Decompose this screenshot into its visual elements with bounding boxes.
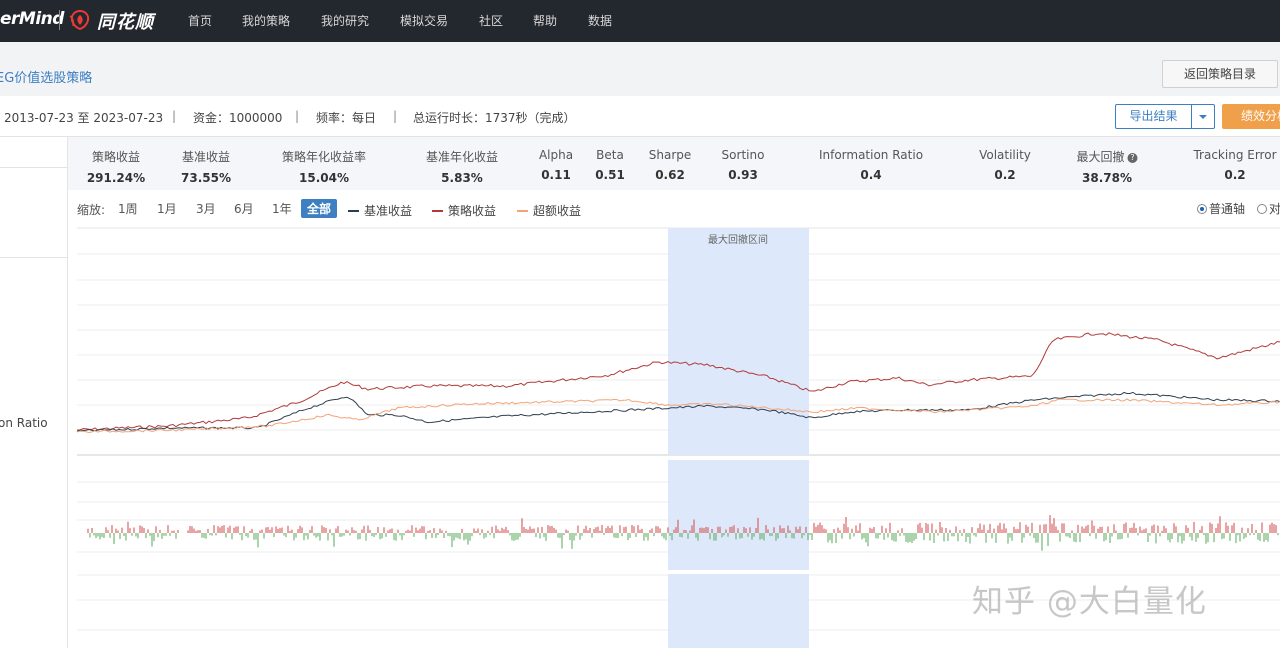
zoom-1-week-button[interactable]: 1周 bbox=[118, 200, 138, 217]
legend-excess[interactable]: 超额收益 bbox=[517, 202, 581, 219]
brand-name[interactable]: 同花顺 bbox=[97, 8, 154, 34]
metric-value: 5.83% bbox=[441, 171, 483, 185]
export-results-button[interactable]: 导出结果 bbox=[1115, 104, 1215, 129]
metric-benchmark-annual-return: 基准年化收益 5.83% bbox=[426, 148, 498, 185]
nav-item-help[interactable]: 帮助 bbox=[533, 12, 557, 29]
radio-selected-icon[interactable] bbox=[1197, 204, 1207, 214]
legend-strategy[interactable]: 策略收益 bbox=[432, 202, 496, 219]
metric-tracking-error: Tracking Error 0.2 bbox=[1193, 148, 1276, 182]
metric-benchmark-return: 基准收益 73.55% bbox=[181, 148, 231, 185]
metric-beta: Beta 0.51 bbox=[595, 148, 625, 182]
metric-sortino: Sortino 0.93 bbox=[722, 148, 765, 182]
metric-value: 0.51 bbox=[595, 168, 625, 182]
nav-item-home[interactable]: 首页 bbox=[188, 12, 212, 29]
logo-text[interactable]: erMind bbox=[0, 9, 64, 29]
zoom-1-month-button[interactable]: 1月 bbox=[157, 200, 177, 217]
max-drawdown-band bbox=[668, 460, 809, 570]
metric-label: 最大回撤? bbox=[1076, 148, 1138, 165]
zoom-label: 缩放: bbox=[77, 203, 106, 217]
legend-swatch bbox=[432, 210, 443, 212]
metric-label: 基准收益 bbox=[181, 150, 231, 164]
legend-label: 策略收益 bbox=[448, 204, 497, 218]
metric-label: Sharpe bbox=[648, 148, 692, 162]
metric-value: 15.04% bbox=[299, 171, 349, 185]
nav-item-my-research[interactable]: 我的研究 bbox=[321, 12, 369, 29]
backtest-period: 2013-07-23 至 2023-07-23 bbox=[4, 111, 164, 125]
info-divider: | bbox=[172, 109, 177, 123]
axis-normal-label: 普通轴 bbox=[1209, 202, 1246, 216]
zoom-3-month-button[interactable]: 3月 bbox=[196, 200, 216, 217]
logo-divider bbox=[59, 10, 60, 30]
metric-label: 策略年化收益率 bbox=[281, 150, 367, 164]
rail-divider bbox=[0, 167, 68, 168]
zoom-all-button[interactable]: 全部 bbox=[301, 199, 338, 218]
legend-swatch bbox=[517, 210, 528, 212]
help-question-icon[interactable]: ? bbox=[1127, 153, 1138, 163]
left-metric-rail: on Ratio bbox=[0, 137, 68, 648]
top-navigation-bar: erMind 同花顺 首页 我的策略 我的研究 模拟交易 社区 帮助 数据 bbox=[0, 0, 1280, 42]
axis-log-label: 对 bbox=[1269, 202, 1280, 216]
legend-benchmark[interactable]: 基准收益 bbox=[348, 202, 412, 219]
legend-swatch bbox=[348, 210, 359, 212]
watermark-text: 知乎 @大白量化 bbox=[972, 584, 1207, 620]
metrics-summary-row: 策略收益 291.24% 基准收益 73.55% 策略年化收益率 15.04% … bbox=[68, 137, 1280, 190]
metric-value: 0.93 bbox=[728, 168, 758, 182]
max-drawdown-band bbox=[668, 228, 809, 455]
drawdown-band-label: 最大回撤区间 bbox=[708, 233, 768, 246]
metric-value: 0.11 bbox=[541, 168, 571, 182]
nav-item-paper-trading[interactable]: 模拟交易 bbox=[400, 12, 448, 29]
nav-item-community[interactable]: 社区 bbox=[479, 12, 503, 29]
backtest-runtime: 总运行时长：1737秒（完成） bbox=[413, 111, 576, 125]
metric-label: Tracking Error bbox=[1193, 148, 1277, 162]
metric-label-text: 最大回撤 bbox=[1076, 150, 1125, 164]
metric-label: Sortino bbox=[721, 148, 765, 162]
info-divider: | bbox=[393, 109, 398, 123]
legend-label: 基准收益 bbox=[364, 204, 413, 218]
info-divider: | bbox=[295, 109, 300, 123]
metric-alpha: Alpha 0.11 bbox=[539, 148, 573, 182]
brand-flower-icon bbox=[69, 9, 90, 31]
export-results-label[interactable]: 导出结果 bbox=[1116, 105, 1192, 128]
nav-item-my-strategies[interactable]: 我的策略 bbox=[242, 12, 290, 29]
nav-item-data[interactable]: 数据 bbox=[588, 12, 612, 29]
metric-strategy-return: 策略收益 291.24% bbox=[87, 148, 145, 185]
metric-label: Volatility bbox=[979, 148, 1031, 162]
metric-label: 基准年化收益 bbox=[425, 150, 499, 164]
rail-metric-label[interactable]: on Ratio bbox=[0, 416, 48, 430]
metric-information-ratio: Information Ratio 0.4 bbox=[819, 148, 923, 182]
metric-value: 38.78% bbox=[1082, 171, 1132, 185]
metric-sharpe: Sharpe 0.62 bbox=[649, 148, 692, 182]
metric-label: 策略收益 bbox=[91, 150, 140, 164]
metric-value: 291.24% bbox=[86, 171, 146, 185]
rail-divider bbox=[0, 257, 68, 258]
metric-value: 0.2 bbox=[994, 168, 1016, 182]
metric-max-drawdown: 最大回撤? 38.78% bbox=[1076, 148, 1138, 185]
metric-value: 73.55% bbox=[181, 171, 231, 185]
axis-normal-option[interactable]: 普通轴 bbox=[1197, 200, 1245, 217]
backtest-capital: 资金：1000000 bbox=[193, 111, 283, 125]
max-drawdown-band bbox=[668, 574, 809, 648]
metric-strategy-annual-return: 策略年化收益率 15.04% bbox=[282, 148, 366, 185]
metric-value: 0.2 bbox=[1224, 168, 1246, 182]
performance-analysis-button[interactable]: 绩效分析 bbox=[1222, 104, 1280, 129]
metric-label: Information Ratio bbox=[818, 148, 924, 162]
back-to-strategy-list-button[interactable]: 返回策略目录 bbox=[1162, 60, 1278, 88]
zoom-1-year-button[interactable]: 1年 bbox=[272, 200, 292, 217]
radio-icon[interactable] bbox=[1257, 204, 1267, 214]
metric-label: Beta bbox=[596, 148, 624, 162]
metric-volatility: Volatility 0.2 bbox=[979, 148, 1031, 182]
backtest-frequency: 频率：每日 bbox=[316, 111, 377, 125]
metric-value: 0.62 bbox=[655, 168, 685, 182]
metric-label: Alpha bbox=[538, 148, 574, 162]
chevron-down-icon[interactable] bbox=[1192, 105, 1214, 128]
legend-label: 超额收益 bbox=[533, 204, 582, 218]
strategy-title-bar: EG价值选股策略 返回策略目录 bbox=[0, 42, 1280, 96]
axis-log-option[interactable]: 对 bbox=[1257, 200, 1280, 217]
returns-chart-panel: 最大回撤区间 缩放: 1周 1月 3月 6月 1年 全部 基准收益 策略收益 超… bbox=[68, 190, 1280, 648]
backtest-info-bar: 2013-07-23 至 2023-07-23 | 资金：1000000 | 频… bbox=[0, 96, 1280, 137]
strategy-title[interactable]: EG价值选股策略 bbox=[0, 67, 92, 86]
zoom-6-month-button[interactable]: 6月 bbox=[234, 200, 254, 217]
metric-value: 0.4 bbox=[860, 168, 882, 182]
